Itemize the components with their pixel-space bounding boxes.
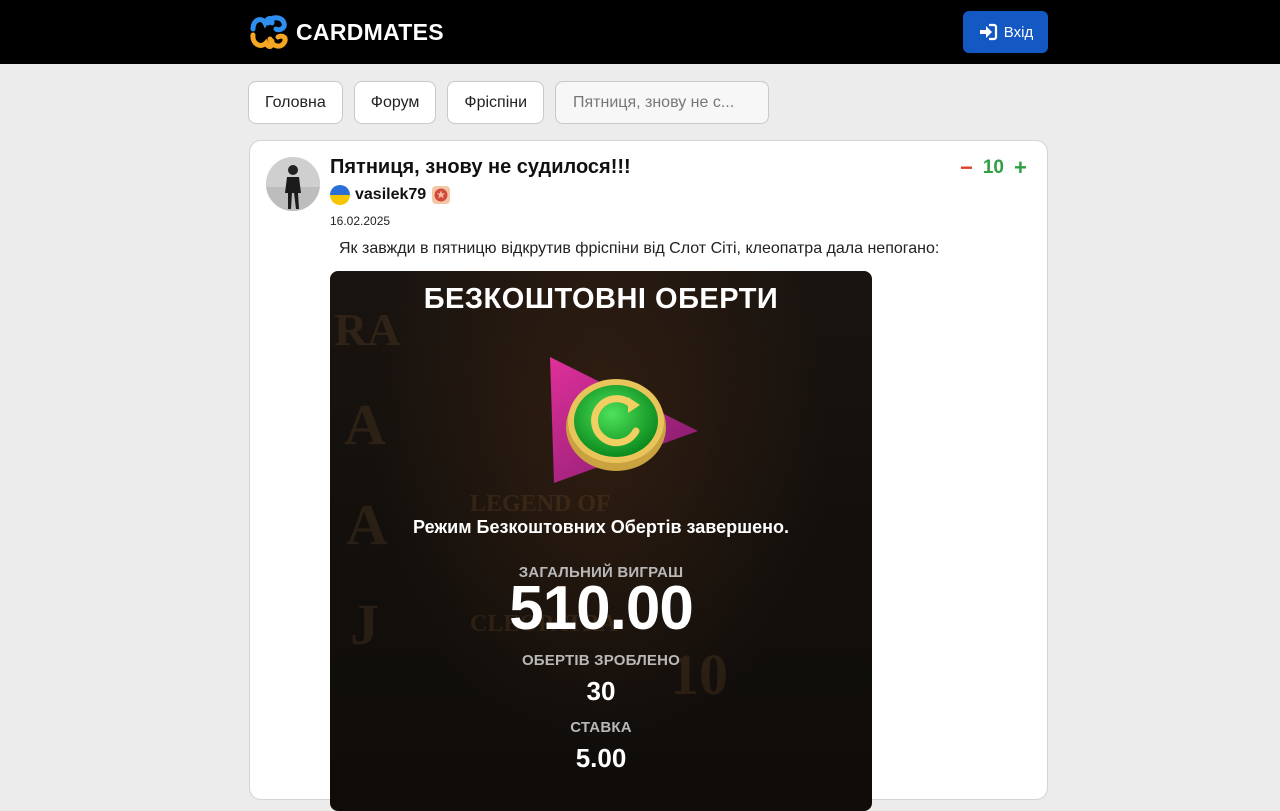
rank-badge-icon [432,186,451,204]
post-title[interactable]: Пятниця, знову не судилося!!! [330,156,631,179]
downvote-button[interactable]: − [960,155,973,181]
post-body: Як завжди в пятницю відкрутив фріспіни в… [339,240,940,257]
spins-value: 30 [586,676,616,706]
post-card: Пятниця, знову не судилося!!! vasilek79 … [249,140,1048,811]
author-row: vasilek79 [330,184,451,206]
bet-value: 5.00 [575,743,627,773]
vote-score: 10 [982,157,1004,178]
top-header: CARDMATES Вхід [0,0,1280,64]
free-spins-heading: БЕЗКОШТОВНІ ОБЕРТИ [423,283,779,315]
upvote-button[interactable]: + [1014,155,1027,181]
nav-current-post: Пятниця, знову не с... [555,81,770,124]
free-spins-icon [550,357,698,483]
brand-name: CARDMATES [296,18,444,45]
post-date: 16.02.2025 [330,214,391,228]
cardmates-logo-icon [250,15,288,49]
author-name[interactable]: vasilek79 [355,186,426,204]
bg-symbol: LEGEND OF [470,491,611,517]
breadcrumb-nav: Головна Форум Фріспіни Пятниця, знову не… [248,81,770,124]
avatar[interactable] [266,157,320,211]
free-spins-complete-text: Режим Безкоштовних Обертів завершено. [413,517,789,537]
spins-label: ОБЕРТІВ ЗРОБЛЕНО [521,652,681,669]
bet-label: СТАВКА [570,719,632,736]
ukraine-flag-icon [330,185,350,205]
login-label: Вхід [1003,23,1034,41]
site-logo[interactable]: CARDMATES [248,10,444,54]
nav-freespins[interactable]: Фріспіни [447,81,545,124]
post-image[interactable]: RA A A J 10 LEGEND OF CLEOPATRA БЕЗКОШТО… [330,271,872,811]
sign-in-icon [979,23,997,41]
bg-symbol: A [344,392,386,457]
login-button[interactable]: Вхід [963,11,1048,53]
nav-home[interactable]: Головна [248,81,343,124]
total-win-value: 510.00 [509,574,694,643]
vote-controls: − 10 + [960,155,1027,181]
avatar-image [266,157,320,211]
nav-forum[interactable]: Форум [353,81,437,124]
